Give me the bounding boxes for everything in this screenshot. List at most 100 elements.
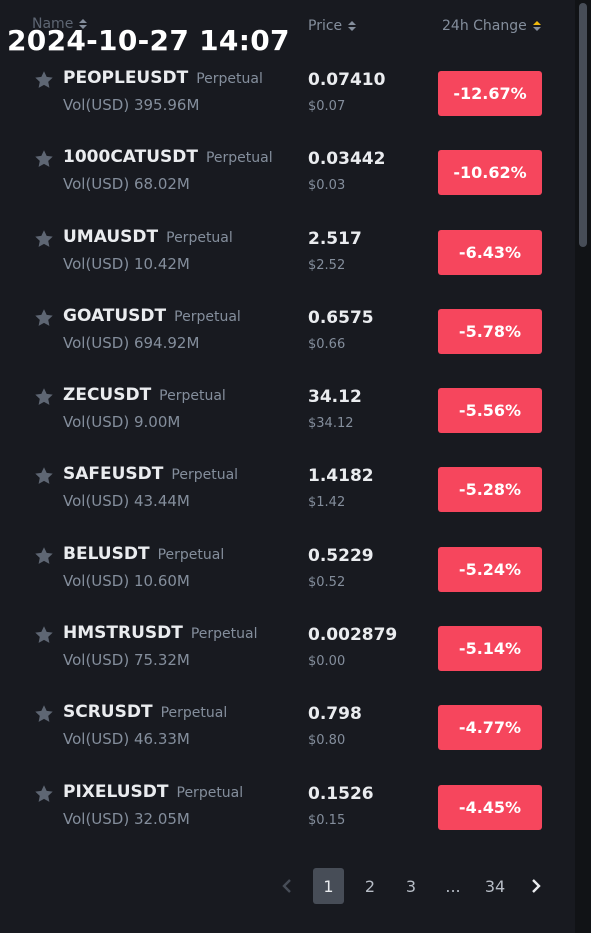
- contract-type: Perpetual: [157, 546, 225, 563]
- scrollbar-thumb[interactable]: [579, 3, 587, 247]
- symbol-text: PEOPLEUSDT: [63, 68, 189, 88]
- usd-price: $0.00: [308, 654, 346, 670]
- chevron-left-icon: [282, 879, 291, 893]
- volume-text: Vol(USD) 46.33M: [63, 730, 190, 749]
- change-badge: -12.67%: [438, 71, 542, 116]
- change-badge: -6.43%: [438, 229, 542, 275]
- table-row[interactable]: SAFEUSDT Perpetual Vol(USD) 43.44M 1.4182…: [0, 462, 575, 541]
- change-header-label: 24h Change: [442, 18, 527, 34]
- symbol-text: UMAUSDT: [63, 226, 159, 247]
- contract-type: Perpetual: [160, 705, 228, 722]
- page-button-1[interactable]: 1: [313, 868, 344, 904]
- table-row[interactable]: PIXELUSDT Perpetual Vol(USD) 32.05M 0.152…: [0, 780, 575, 859]
- volume-text: Vol(USD) 10.60M: [63, 571, 190, 590]
- symbol-name: GOATUSDT Perpetual: [63, 306, 241, 326]
- page-button-2[interactable]: 2: [357, 868, 383, 904]
- symbol-name: SAFEUSDT Perpetual: [63, 464, 238, 484]
- table-row[interactable]: ZECUSDT Perpetual Vol(USD) 9.00M 34.12 $3…: [0, 383, 575, 462]
- star-icon[interactable]: [33, 69, 55, 91]
- star-icon[interactable]: [33, 386, 55, 408]
- contract-type: Perpetual: [159, 388, 226, 405]
- volume-text: Vol(USD) 43.44M: [63, 492, 190, 511]
- table-row[interactable]: HMSTRUSDT Perpetual Vol(USD) 75.32M 0.002…: [0, 621, 575, 700]
- change-badge: -5.78%: [438, 308, 542, 354]
- table-row[interactable]: 1000CATUSDT Perpetual Vol(USD) 68.02M 0.0…: [0, 145, 575, 224]
- usd-price: $34.12: [308, 416, 354, 432]
- scrollbar[interactable]: [575, 0, 591, 933]
- timestamp-overlay: 2024-10-27 14:07: [7, 24, 290, 57]
- volume-text: Vol(USD) 75.32M: [63, 651, 190, 670]
- star-icon[interactable]: [33, 228, 55, 250]
- page-button-3[interactable]: 3: [398, 868, 424, 904]
- page-button-34[interactable]: 34: [480, 868, 510, 904]
- change-badge: -4.77%: [438, 705, 542, 751]
- sort-arrows-icon: [348, 21, 357, 31]
- contract-type: Perpetual: [190, 626, 258, 643]
- volume-text: Vol(USD) 9.00M: [63, 413, 181, 432]
- star-icon[interactable]: [33, 148, 55, 170]
- next-page-button[interactable]: [526, 868, 546, 904]
- symbol-name: ZECUSDT Perpetual: [63, 385, 226, 405]
- symbol-text: PIXELUSDT: [63, 781, 169, 802]
- star-icon[interactable]: [33, 307, 55, 329]
- table-row[interactable]: UMAUSDT Perpetual Vol(USD) 10.42M 2.517 $…: [0, 225, 575, 304]
- chevron-right-icon: [532, 879, 541, 893]
- star-icon[interactable]: [33, 624, 55, 646]
- price-column-header[interactable]: Price: [308, 18, 357, 34]
- usd-price: $0.03: [308, 178, 346, 194]
- table-row[interactable]: PEOPLEUSDT Perpetual Vol(USD) 395.96M 0.0…: [0, 66, 575, 145]
- market-rows: PEOPLEUSDT Perpetual Vol(USD) 395.96M 0.0…: [0, 66, 575, 859]
- contract-type: Perpetual: [166, 229, 233, 246]
- symbol-text: HMSTRUSDT: [63, 623, 183, 644]
- last-price: 0.1526: [308, 783, 374, 804]
- star-icon[interactable]: [33, 703, 55, 725]
- market-list-page: 2024-10-27 14:07 Name Price 24h Change P…: [0, 0, 591, 933]
- last-price: 0.07410: [308, 70, 386, 90]
- star-icon[interactable]: [33, 783, 55, 805]
- change-badge: -4.45%: [438, 784, 542, 830]
- table-row[interactable]: SCRUSDT Perpetual Vol(USD) 46.33M 0.798 $…: [0, 700, 575, 779]
- volume-text: Vol(USD) 694.92M: [63, 333, 200, 352]
- star-icon[interactable]: [33, 545, 55, 567]
- symbol-text: BELUSDT: [63, 543, 150, 564]
- prev-page-button[interactable]: [277, 868, 297, 904]
- table-row[interactable]: GOATUSDT Perpetual Vol(USD) 694.92M 0.657…: [0, 304, 575, 383]
- symbol-name: UMAUSDT Perpetual: [63, 227, 233, 247]
- volume-text: Vol(USD) 10.42M: [63, 254, 190, 273]
- volume-text: Vol(USD) 32.05M: [63, 809, 190, 828]
- usd-price: $2.52: [308, 257, 346, 273]
- symbol-text: SCRUSDT: [63, 702, 153, 723]
- symbol-name: PEOPLEUSDT Perpetual: [63, 68, 263, 88]
- pagination: 1 2 3 ... 34: [0, 868, 575, 904]
- usd-price: $0.07: [308, 99, 346, 114]
- change-badge: -5.56%: [438, 388, 542, 434]
- symbol-name: PIXELUSDT Perpetual: [63, 782, 243, 802]
- usd-price: $1.42: [308, 495, 346, 511]
- last-price: 0.03442: [308, 149, 386, 170]
- usd-price: $0.52: [308, 574, 346, 590]
- price-header-label: Price: [308, 18, 343, 34]
- last-price: 0.002879: [308, 625, 398, 646]
- usd-price: $0.15: [308, 812, 346, 828]
- change-column-header[interactable]: 24h Change: [442, 18, 541, 34]
- symbol-text: 1000CATUSDT: [63, 147, 198, 168]
- last-price: 0.798: [308, 704, 362, 725]
- symbol-name: SCRUSDT Perpetual: [63, 702, 227, 722]
- last-price: 2.517: [308, 228, 362, 249]
- sort-arrows-icon: [532, 21, 541, 31]
- contract-type: Perpetual: [176, 784, 244, 801]
- symbol-name: HMSTRUSDT Perpetual: [63, 623, 258, 643]
- symbol-text: SAFEUSDT: [63, 464, 164, 485]
- star-icon[interactable]: [33, 465, 55, 487]
- symbol-text: ZECUSDT: [63, 385, 152, 406]
- table-row[interactable]: BELUSDT Perpetual Vol(USD) 10.60M 0.5229 …: [0, 542, 575, 621]
- last-price: 0.5229: [308, 545, 374, 566]
- volume-text: Vol(USD) 68.02M: [63, 175, 190, 194]
- change-badge: -5.28%: [438, 467, 542, 513]
- last-price: 34.12: [308, 387, 362, 408]
- usd-price: $0.66: [308, 336, 346, 352]
- contract-type: Perpetual: [205, 150, 273, 167]
- last-price: 0.6575: [308, 307, 374, 328]
- contract-type: Perpetual: [196, 71, 263, 87]
- symbol-text: GOATUSDT: [63, 305, 167, 326]
